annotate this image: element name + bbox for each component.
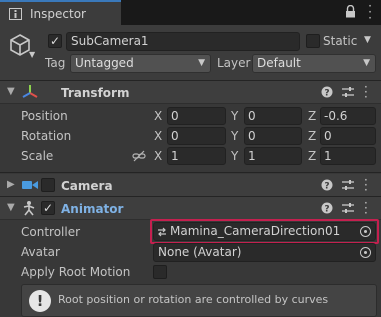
info-icon <box>9 8 22 20</box>
position-y-field[interactable]: 0 <box>244 107 302 125</box>
avatar-label: Avatar <box>21 245 60 259</box>
layer-value: Default <box>257 56 301 70</box>
tag-label: Tag <box>45 56 66 70</box>
axis-z-label[interactable]: Z <box>308 149 316 163</box>
object-picker-icon[interactable] <box>360 226 371 237</box>
axis-y-label[interactable]: Y <box>231 129 238 143</box>
animator-controller-icon <box>158 227 166 237</box>
chevron-down-icon: ▼ <box>198 58 205 68</box>
controller-value: Mamina_CameraDirection01 <box>170 224 341 238</box>
divider <box>0 103 381 104</box>
position-x-field[interactable]: 0 <box>167 107 226 125</box>
camera-enabled-checkbox[interactable] <box>41 178 55 192</box>
static-checkbox[interactable] <box>306 34 320 48</box>
rotation-y-field[interactable]: 0 <box>244 127 302 145</box>
transform-axes-icon <box>22 85 38 98</box>
context-menu-icon[interactable]: · · · <box>364 197 370 219</box>
presets-sliders-icon[interactable] <box>342 179 354 191</box>
context-menu-icon[interactable]: · · · <box>364 81 370 103</box>
transform-title: Transform <box>61 86 130 100</box>
avatar-field[interactable]: None (Avatar) <box>153 243 376 262</box>
scale-y-field[interactable]: 1 <box>244 147 302 165</box>
animator-title: Animator <box>61 202 124 216</box>
object-name-field[interactable]: SubCamera1 <box>66 32 300 51</box>
axis-z-label[interactable]: Z <box>308 109 316 123</box>
lock-icon[interactable] <box>345 5 356 18</box>
icon-dropdown-arrow-icon[interactable]: ▼ <box>29 50 35 59</box>
layer-label: Layer <box>217 56 251 70</box>
axis-y-label[interactable]: Y <box>231 109 238 123</box>
divider <box>0 172 381 173</box>
help-message: Root position or rotation are controlled… <box>58 293 329 306</box>
layer-dropdown[interactable]: Default ▼ <box>252 54 376 73</box>
chevron-down-icon: ▼ <box>363 58 370 68</box>
help-icon[interactable]: ? <box>321 202 333 214</box>
static-dropdown-arrow-icon[interactable]: ▼ <box>364 35 371 45</box>
animator-icon <box>23 201 35 216</box>
object-picker-icon[interactable] <box>360 247 371 258</box>
svg-text:?: ? <box>324 182 329 192</box>
controller-field[interactable]: Mamina_CameraDirection01 <box>153 222 376 241</box>
kebab-menu-icon[interactable]: · · · <box>365 0 375 24</box>
foldout-arrow-down-icon[interactable]: ▼ <box>7 86 15 97</box>
animator-enabled-checkbox[interactable]: ✓ <box>41 201 55 215</box>
context-menu-icon[interactable]: · · · <box>364 174 370 196</box>
rotation-x-field[interactable]: 0 <box>167 127 226 145</box>
help-icon[interactable]: ? <box>321 86 333 98</box>
svg-text:?: ? <box>324 89 329 99</box>
axis-x-label[interactable]: X <box>154 129 162 143</box>
static-label: Static <box>323 34 358 48</box>
rotation-label: Rotation <box>21 129 72 143</box>
axis-y-label[interactable]: Y <box>231 149 238 163</box>
scale-label: Scale <box>21 149 54 163</box>
tab-label: Inspector <box>30 7 86 21</box>
active-checkbox[interactable]: ✓ <box>48 34 62 48</box>
controller-label: Controller <box>21 225 81 239</box>
foldout-arrow-down-icon[interactable]: ▼ <box>7 202 15 213</box>
scale-z-field[interactable]: 1 <box>320 147 376 165</box>
camera-icon <box>22 181 38 189</box>
avatar-value: None (Avatar) <box>158 245 242 259</box>
constrain-proportions-link-icon[interactable] <box>132 150 146 162</box>
apply-root-motion-label: Apply Root Motion <box>21 265 131 279</box>
camera-title: Camera <box>61 179 113 193</box>
rotation-z-field[interactable]: 0 <box>320 127 376 145</box>
help-box: ! Root position or rotation are controll… <box>21 284 377 317</box>
apply-root-motion-checkbox[interactable] <box>153 265 167 279</box>
warning-icon: ! <box>29 290 51 312</box>
position-z-field[interactable]: -0.6 <box>320 107 376 125</box>
help-icon[interactable]: ? <box>321 179 333 191</box>
presets-sliders-icon[interactable] <box>342 86 354 98</box>
axis-x-label[interactable]: X <box>154 109 162 123</box>
foldout-arrow-right-icon[interactable]: ▶ <box>7 179 15 190</box>
svg-text:?: ? <box>324 205 329 215</box>
tag-dropdown[interactable]: Untagged ▼ <box>70 54 211 73</box>
axis-z-label[interactable]: Z <box>308 129 316 143</box>
position-label: Position <box>21 109 68 123</box>
presets-sliders-icon[interactable] <box>342 202 354 214</box>
scale-x-field[interactable]: 1 <box>167 147 226 165</box>
axis-x-label[interactable]: X <box>154 149 162 163</box>
tag-value: Untagged <box>75 56 134 70</box>
tab-inspector[interactable]: Inspector <box>0 0 121 25</box>
